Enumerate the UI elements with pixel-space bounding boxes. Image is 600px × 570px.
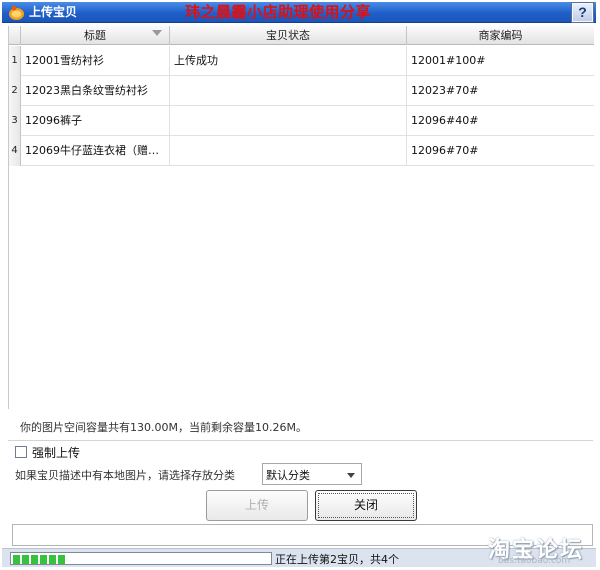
column-header-label: 标题: [84, 29, 106, 42]
progress-segment: [58, 555, 65, 564]
force-upload-checkbox[interactable]: [15, 446, 27, 458]
row-number: 4: [9, 136, 21, 166]
window-title: 上传宝贝: [29, 5, 78, 19]
close-button[interactable]: 关闭: [315, 490, 417, 521]
local-images-description: 如果宝贝描述中有本地图片，请选择存放分类: [15, 469, 235, 482]
cell-code[interactable]: 12096#40#: [407, 106, 594, 136]
column-header-label: 宝贝状态: [266, 29, 310, 42]
sort-arrow-icon: [152, 30, 162, 36]
upload-progress-bar: [10, 552, 272, 565]
grid-header: 标题 宝贝状态 商家编码: [9, 26, 594, 45]
upload-button[interactable]: 上传: [206, 490, 308, 521]
progress-segment: [22, 555, 29, 564]
watermark-url: bbs.taobao.com: [498, 556, 571, 566]
progress-segment: [40, 555, 47, 564]
column-header-code[interactable]: 商家编码: [407, 26, 594, 45]
taobao-app-icon: [9, 5, 24, 20]
progress-fill: [13, 555, 74, 564]
cell-code[interactable]: 12023#70#: [407, 76, 594, 106]
cell-status[interactable]: [170, 136, 407, 166]
progress-segment: [49, 555, 56, 564]
progress-segment: [31, 555, 38, 564]
chevron-down-icon: [347, 473, 355, 478]
product-grid: 标题 宝贝状态 商家编码 1 12001雪纺衬衫 上传成功 12001#100#…: [8, 26, 594, 409]
divider: [8, 440, 593, 441]
storage-info: 你的图片空间容量共有130.00M，当前剩余容量10.26M。: [20, 421, 307, 434]
table-row[interactable]: 3 12096裤子 12096#40#: [9, 106, 594, 136]
cell-status[interactable]: 上传成功: [170, 46, 407, 76]
progress-segment: [13, 555, 20, 564]
force-upload-label[interactable]: 强制上传: [32, 444, 80, 461]
status-text: 正在上传第2宝贝，共4个: [275, 553, 399, 566]
row-number-header: [9, 26, 21, 45]
cell-title[interactable]: 12023黑白条纹雪纺衬衫: [21, 76, 170, 106]
table-row[interactable]: 2 12023黑白条纹雪纺衬衫 12023#70#: [9, 76, 594, 106]
table-row[interactable]: 4 12069牛仔蓝连衣裙（赠… 12096#70#: [9, 136, 594, 166]
cell-status[interactable]: [170, 76, 407, 106]
cell-title[interactable]: 12096裤子: [21, 106, 170, 136]
column-header-label: 商家编码: [478, 29, 523, 42]
cell-code[interactable]: 12096#70#: [407, 136, 594, 166]
row-number: 2: [9, 76, 21, 106]
table-row[interactable]: 1 12001雪纺衬衫 上传成功 12001#100#: [9, 46, 594, 76]
column-header-title[interactable]: 标题: [21, 26, 170, 45]
overlay-caption: 玮之晨霾小店助理使用分享: [185, 4, 372, 21]
column-header-status[interactable]: 宝贝状态: [170, 26, 407, 45]
title-bar: 上传宝贝 玮之晨霾小店助理使用分享 ?: [2, 2, 596, 23]
cell-code[interactable]: 12001#100#: [407, 46, 594, 76]
category-select-value: 默认分类: [266, 469, 310, 482]
row-number: 3: [9, 106, 21, 136]
category-select[interactable]: 默认分类: [262, 463, 362, 485]
row-number: 1: [9, 46, 21, 76]
cell-status[interactable]: [170, 106, 407, 136]
cell-title[interactable]: 12069牛仔蓝连衣裙（赠…: [21, 136, 170, 166]
cell-title[interactable]: 12001雪纺衬衫: [21, 46, 170, 76]
help-button[interactable]: ?: [571, 2, 594, 23]
upload-dialog: 上传宝贝 玮之晨霾小店助理使用分享 ? 标题 宝贝状态 商家编码 1 12001…: [0, 0, 600, 570]
